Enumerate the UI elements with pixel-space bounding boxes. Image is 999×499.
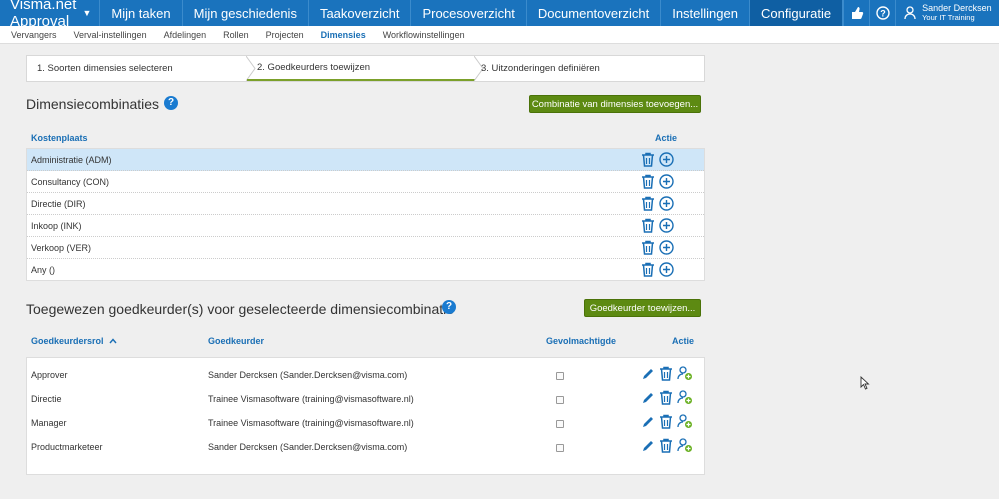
proxy-checkbox[interactable]	[556, 444, 564, 452]
add-user-icon[interactable]	[677, 414, 693, 429]
table-row: Approver Sander Dercksen (Sander.Derckse…	[27, 364, 704, 388]
nav-taakoverzicht[interactable]: Taakoverzicht	[309, 0, 412, 26]
table-row[interactable]: Inkoop (INK)	[27, 215, 704, 237]
help-circle-icon[interactable]: ?	[869, 0, 895, 26]
column-header-actie: Actie	[672, 336, 695, 346]
sub-nav: Vervangers Verval-instellingen Afdelinge…	[0, 26, 999, 44]
proxy-checkbox[interactable]	[556, 396, 564, 404]
proxy-checkbox[interactable]	[556, 372, 564, 380]
table-row: Directie Trainee Vismasoftware (training…	[27, 388, 704, 412]
chevron-down-icon: ▼	[82, 8, 92, 18]
table-row[interactable]: Directie (DIR)	[27, 193, 704, 215]
subnav-rollen[interactable]: Rollen	[223, 30, 249, 40]
approver-cell: Sander Dercksen (Sander.Dercksen@visma.c…	[208, 370, 408, 380]
trash-icon[interactable]	[641, 152, 655, 167]
edit-pencil-icon[interactable]	[641, 391, 655, 405]
add-circle-icon[interactable]	[659, 196, 674, 211]
nav-procesoverzicht[interactable]: Procesoverzicht	[411, 0, 527, 26]
role-cell: Approver	[31, 370, 68, 380]
row-label: Directie (DIR)	[31, 198, 86, 209]
nav-configuratie[interactable]: Configuratie	[749, 0, 844, 26]
role-cell: Manager	[31, 418, 67, 428]
column-header-label: Goedkeurdersrol	[31, 336, 104, 346]
wizard-step-1[interactable]: 1. Soorten dimensies selecteren	[27, 56, 247, 81]
table-row[interactable]: Any ()	[27, 259, 704, 281]
app-switcher[interactable]: Visma.net Approval ▼	[0, 0, 101, 30]
trash-icon[interactable]	[659, 390, 673, 405]
table-row: Manager Trainee Vismasoftware (training@…	[27, 412, 704, 436]
approvers-title: Toegewezen goedkeurder(s) voor geselecte…	[26, 301, 455, 317]
edit-pencil-icon[interactable]	[641, 439, 655, 453]
column-header-actie: Actie	[655, 133, 678, 143]
add-user-icon[interactable]	[677, 438, 693, 453]
row-label: Inkoop (INK)	[31, 220, 82, 231]
wizard-steps: 1. Soorten dimensies selecteren 2. Goedk…	[26, 55, 705, 82]
row-label: Administratie (ADM)	[31, 154, 112, 165]
table-row: Productmarketeer Sander Dercksen (Sander…	[27, 436, 704, 460]
trash-icon[interactable]	[659, 438, 673, 453]
user-icon	[904, 6, 916, 20]
add-circle-icon[interactable]	[659, 152, 674, 167]
trash-icon[interactable]	[641, 196, 655, 211]
trash-icon[interactable]	[641, 262, 655, 277]
table-row[interactable]: Consultancy (CON)	[27, 171, 704, 193]
top-bar: Visma.net Approval ▼ Mijn taken Mijn ges…	[0, 0, 999, 30]
subnav-afdelingen[interactable]: Afdelingen	[164, 30, 207, 40]
row-label: Verkoop (VER)	[31, 242, 92, 253]
user-menu[interactable]: Sander Dercksen Your IT Training	[895, 0, 999, 26]
dimension-combinations-table: Administratie (ADM) Consultancy (CON) Di…	[26, 148, 705, 281]
wizard-step-2[interactable]: 2. Goedkeurders toewijzen	[247, 56, 475, 81]
column-header-goedkeurdersrol[interactable]: Goedkeurdersrol	[31, 336, 117, 346]
trash-icon[interactable]	[659, 414, 673, 429]
add-dimension-combination-button[interactable]: Combinatie van dimensies toevoegen...	[529, 95, 701, 113]
add-circle-icon[interactable]	[659, 262, 674, 277]
assign-approver-button[interactable]: Goedkeurder toewijzen...	[584, 299, 701, 317]
column-header-gevolmachtigde[interactable]: Gevolmachtigde	[546, 336, 616, 346]
add-circle-icon[interactable]	[659, 174, 674, 189]
subnav-verval-instellingen[interactable]: Verval-instellingen	[74, 30, 147, 40]
dimensions-title: Dimensiecombinaties	[26, 96, 160, 112]
trash-icon[interactable]	[641, 174, 655, 189]
mouse-cursor-icon	[860, 376, 870, 390]
approver-cell: Sander Dercksen (Sander.Dercksen@visma.c…	[208, 442, 408, 452]
trash-icon[interactable]	[659, 366, 673, 381]
trash-icon[interactable]	[641, 240, 655, 255]
subnav-projecten[interactable]: Projecten	[266, 30, 304, 40]
approver-cell: Trainee Vismasoftware (training@vismasof…	[208, 418, 414, 428]
edit-pencil-icon[interactable]	[641, 415, 655, 429]
user-org: Your IT Training	[922, 13, 975, 22]
subnav-vervangers[interactable]: Vervangers	[11, 30, 57, 40]
svg-text:?: ?	[880, 9, 886, 19]
nav-mijn-geschiedenis[interactable]: Mijn geschiedenis	[183, 0, 309, 26]
approver-cell: Trainee Vismasoftware (training@vismasof…	[208, 394, 414, 404]
nav-instellingen[interactable]: Instellingen	[661, 0, 750, 26]
column-header-kostenplaats[interactable]: Kostenplaats	[31, 133, 88, 143]
help-icon[interactable]: ?	[442, 300, 456, 314]
wizard-step-3[interactable]: 3. Uitzonderingen definiëren	[475, 56, 704, 81]
thumbs-feedback-icon[interactable]	[843, 0, 869, 26]
add-user-icon[interactable]	[677, 366, 693, 381]
role-cell: Productmarketeer	[31, 442, 103, 452]
add-circle-icon[interactable]	[659, 240, 674, 255]
approvers-table: Approver Sander Dercksen (Sander.Derckse…	[26, 357, 705, 475]
user-name: Sander Dercksen	[922, 3, 992, 13]
row-label: Any ()	[31, 265, 56, 275]
main-nav: Mijn taken Mijn geschiedenis Taakoverzic…	[100, 0, 844, 26]
nav-mijn-taken[interactable]: Mijn taken	[100, 0, 183, 26]
row-label: Consultancy (CON)	[31, 176, 110, 187]
trash-icon[interactable]	[641, 218, 655, 233]
edit-pencil-icon[interactable]	[641, 367, 655, 381]
subnav-workflowinstellingen[interactable]: Workflowinstellingen	[383, 30, 465, 40]
subnav-dimensies[interactable]: Dimensies	[321, 30, 366, 40]
nav-documentoverzicht[interactable]: Documentoverzicht	[527, 0, 662, 26]
add-user-icon[interactable]	[677, 390, 693, 405]
help-icon[interactable]: ?	[164, 96, 178, 110]
proxy-checkbox[interactable]	[556, 420, 564, 428]
role-cell: Directie	[31, 394, 62, 404]
table-row[interactable]: Verkoop (VER)	[27, 237, 704, 259]
column-header-goedkeurder[interactable]: Goedkeurder	[208, 336, 264, 346]
table-row[interactable]: Administratie (ADM)	[27, 149, 704, 171]
sort-ascending-icon	[109, 336, 117, 346]
add-circle-icon[interactable]	[659, 218, 674, 233]
